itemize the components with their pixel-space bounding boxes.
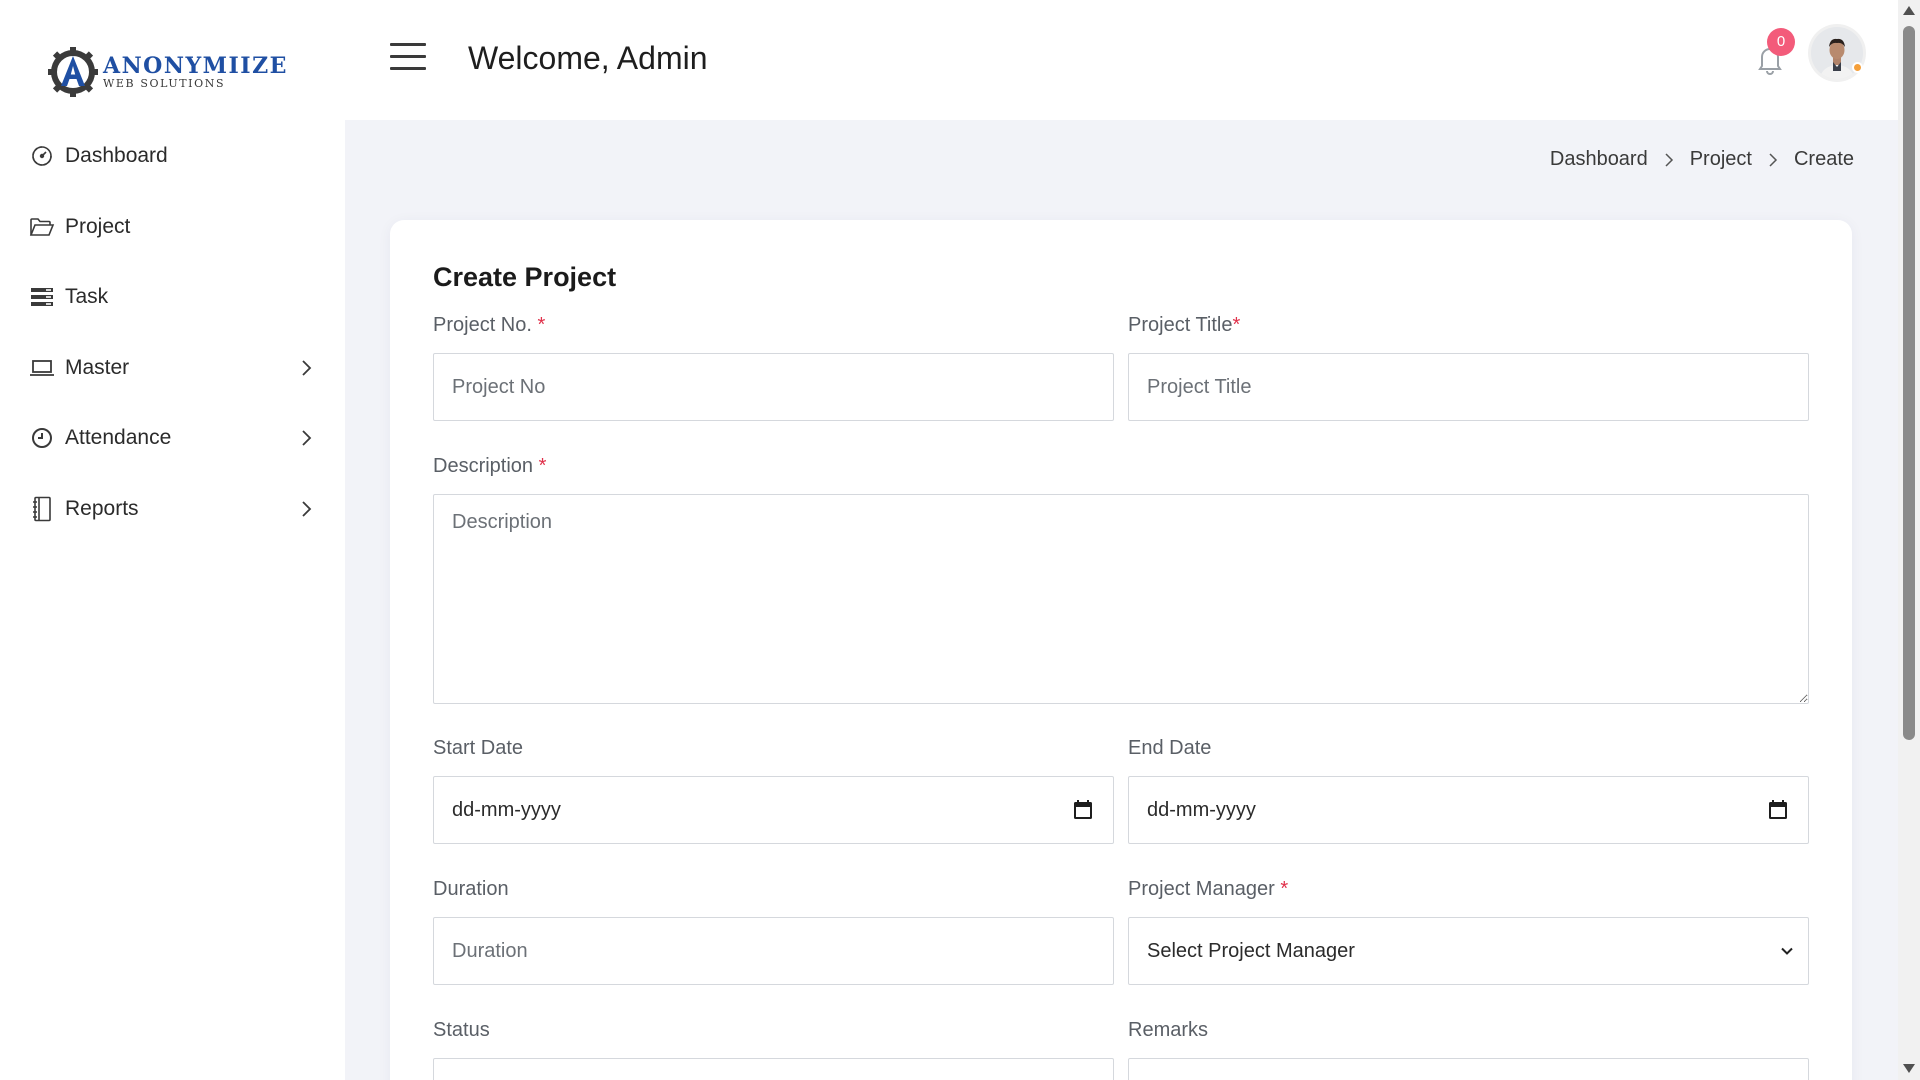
sidebar-item-label: Master [65,355,130,379]
welcome-message: Welcome, Admin [468,40,708,76]
sidebar-item-label: Reports [65,496,139,520]
page-scrollbar[interactable] [1898,0,1920,1080]
brand-name: ANONYMIIZE [103,53,288,79]
end-date-value: dd-mm-yyyy [1147,798,1256,821]
end-date-input[interactable]: dd-mm-yyyy [1128,776,1809,844]
scroll-up-arrow-icon[interactable] [1903,6,1915,15]
required-marker: * [1280,878,1289,900]
scrollbar-thumb[interactable] [1903,26,1915,740]
sidebar-item-dashboard[interactable]: Dashboard [0,121,345,192]
server-icon [29,284,55,310]
sidebar-item-reports[interactable]: Reports [0,474,345,545]
sidebar-item-label: Task [65,285,109,309]
breadcrumb-dashboard[interactable]: Dashboard [1550,148,1648,171]
required-marker: * [538,455,547,477]
project-no-label: Project No. * [433,314,546,336]
project-title-label: Project Title* [1128,314,1241,336]
sidebar-item-project[interactable]: Project [0,192,345,263]
speedometer-icon [29,143,55,169]
breadcrumb-current: Create [1793,148,1854,170]
page-title: Create Project [433,262,617,292]
sidebar-item-label: Attendance [65,426,172,450]
online-status-dot [1852,62,1863,73]
sidebar-item-master[interactable]: Master [0,333,345,404]
required-marker: * [1232,314,1241,336]
notification-count-badge: 0 [1767,28,1795,56]
sidebar-nav: Dashboard Project Task Master Attendance… [0,121,345,544]
start-date-value: dd-mm-yyyy [452,798,561,821]
description-textarea[interactable] [433,494,1809,704]
project-no-input[interactable] [433,353,1114,421]
remarks-label: Remarks [1128,1019,1209,1041]
status-select[interactable] [433,1058,1114,1080]
duration-label: Duration [433,878,509,900]
calendar-icon[interactable] [1073,800,1093,820]
project-manager-label: Project Manager * [1128,878,1289,900]
gear-logo-icon [47,46,99,98]
duration-input[interactable] [433,917,1114,985]
clock-icon [29,425,55,451]
calendar-icon[interactable] [1768,800,1788,820]
chevron-down-icon [1781,947,1793,955]
chevron-right-icon [302,501,312,517]
sidebar-item-label: Project [65,214,131,238]
sidebar-item-task[interactable]: Task [0,262,345,333]
sidebar: ANONYMIIZE WEB SOLUTIONS Dashboard Proje… [0,0,345,1080]
breadcrumb-project[interactable]: Project [1690,148,1752,171]
remarks-input[interactable] [1128,1058,1809,1080]
start-date-label: Start Date [433,737,524,759]
chevron-right-icon [302,360,312,376]
top-header: Welcome, Admin 0 [345,0,1898,120]
laptop-icon [29,355,55,381]
chevron-right-icon [1769,152,1778,167]
create-project-card: Create Project Project No. * Project Tit… [390,220,1852,1080]
menu-toggle-icon[interactable] [390,43,426,73]
company-logo[interactable]: ANONYMIIZE WEB SOLUTIONS [47,46,288,98]
main-content: Dashboard Project Create Create Project … [345,120,1898,1080]
end-date-label: End Date [1128,737,1212,759]
project-manager-select[interactable]: Select Project Manager [1128,917,1809,985]
required-marker: * [537,314,546,336]
brand-tagline: WEB SOLUTIONS [103,77,226,90]
project-title-input[interactable] [1128,353,1809,421]
description-label: Description * [433,455,547,477]
chevron-right-icon [1665,152,1673,167]
start-date-input[interactable]: dd-mm-yyyy [433,776,1114,844]
sidebar-item-attendance[interactable]: Attendance [0,403,345,474]
folder-open-icon [29,214,55,240]
status-label: Status [433,1019,490,1041]
chevron-right-icon [302,430,312,446]
project-manager-selected: Select Project Manager [1147,939,1355,962]
breadcrumb: Dashboard Project Create [1550,148,1854,171]
sidebar-item-label: Dashboard [65,144,168,168]
notebook-icon [29,496,55,522]
scroll-down-arrow-icon[interactable] [1903,1064,1915,1073]
